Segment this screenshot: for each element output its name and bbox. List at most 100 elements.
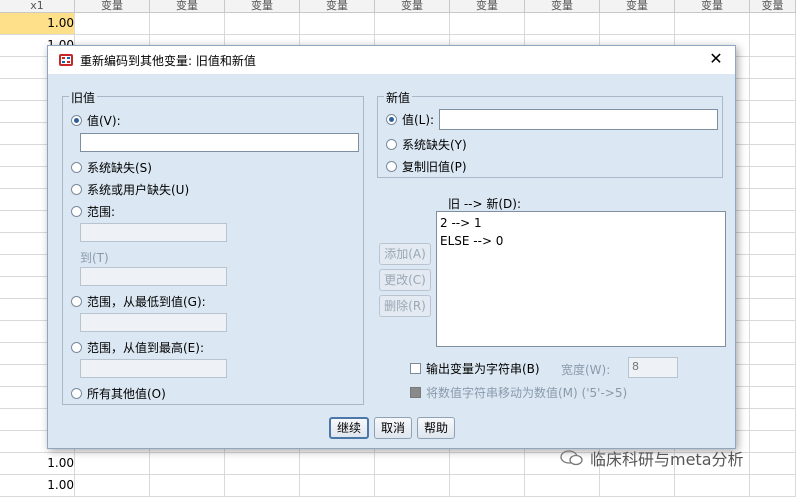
range-to-label: 到(T) xyxy=(80,251,109,265)
grid-cell[interactable] xyxy=(525,475,600,496)
grid-cell[interactable] xyxy=(675,13,750,34)
column-header-var[interactable]: 变量 xyxy=(300,0,375,13)
column-header-var[interactable]: 变量 xyxy=(675,0,750,13)
range-from-input[interactable] xyxy=(80,223,227,242)
list-item[interactable]: 2 --> 1 xyxy=(440,215,482,231)
grid-cell[interactable] xyxy=(750,167,796,188)
grid-row: 1.00 xyxy=(0,475,796,497)
radio-icon xyxy=(386,138,397,150)
grid-cell[interactable] xyxy=(750,387,796,408)
grid-cell[interactable] xyxy=(75,453,150,474)
column-header-var[interactable]: 变量 xyxy=(600,0,675,13)
change-button[interactable]: 更改(C) xyxy=(379,269,431,291)
column-header-var[interactable]: 变量 xyxy=(225,0,300,13)
grid-cell[interactable] xyxy=(750,409,796,430)
radio-icon xyxy=(71,161,82,173)
remove-button[interactable]: 删除(R) xyxy=(379,295,431,317)
grid-cell[interactable] xyxy=(750,79,796,100)
radio-old-system-missing[interactable]: 系统缺失(S) xyxy=(71,159,152,175)
help-button[interactable]: 帮助 xyxy=(417,417,455,439)
wechat-icon xyxy=(560,450,583,466)
grid-cell[interactable] xyxy=(750,211,796,232)
radio-old-range[interactable]: 范围: xyxy=(71,203,115,219)
column-header-var[interactable]: 变量 xyxy=(450,0,525,13)
grid-cell[interactable] xyxy=(600,475,675,496)
grid-cell[interactable] xyxy=(750,123,796,144)
grid-cell[interactable] xyxy=(375,453,450,474)
grid-cell[interactable] xyxy=(750,57,796,78)
width-input[interactable]: 8 xyxy=(628,357,678,378)
grid-cell[interactable] xyxy=(75,13,150,34)
grid-cell[interactable] xyxy=(750,453,796,474)
grid-cell[interactable] xyxy=(750,321,796,342)
grid-cell[interactable] xyxy=(375,475,450,496)
grid-cell[interactable] xyxy=(750,233,796,254)
grid-cell[interactable] xyxy=(450,475,525,496)
close-icon[interactable]: ✕ xyxy=(707,50,725,68)
radio-icon xyxy=(71,295,82,307)
new-value-legend: 新值 xyxy=(384,89,413,106)
column-header-var[interactable]: 变量 xyxy=(150,0,225,13)
old-value-legend: 旧值 xyxy=(69,89,98,106)
grid-cell[interactable] xyxy=(150,475,225,496)
radio-selected-icon xyxy=(71,114,82,126)
column-header-var[interactable]: 变量 xyxy=(75,0,150,13)
grid-cell[interactable] xyxy=(675,475,750,496)
convert-numeric-checkbox[interactable]: 将数值字符串移动为数值(M) ('5'->5) xyxy=(410,384,627,400)
grid-cell[interactable] xyxy=(750,189,796,210)
grid-cell[interactable] xyxy=(750,255,796,276)
radio-icon xyxy=(71,387,82,399)
grid-cell[interactable] xyxy=(450,453,525,474)
output-string-checkbox[interactable]: 输出变量为字符串(B) xyxy=(410,360,540,376)
radio-old-range-highest[interactable]: 范围，从值到最高(E): xyxy=(71,339,204,355)
radio-new-system-missing[interactable]: 系统缺失(Y) xyxy=(386,136,467,152)
range-lowest-input[interactable] xyxy=(80,313,227,332)
column-header-var[interactable]: 变量 xyxy=(750,0,796,13)
grid-cell[interactable] xyxy=(750,35,796,56)
radio-old-value[interactable]: 值(V): xyxy=(71,112,121,128)
checkbox-icon xyxy=(410,362,421,374)
old-new-list[interactable]: 2 --> 1 ELSE --> 0 xyxy=(436,211,726,347)
column-header-var[interactable]: 变量 xyxy=(525,0,600,13)
grid-cell[interactable] xyxy=(150,453,225,474)
grid-cell[interactable] xyxy=(750,431,796,452)
grid-cell[interactable] xyxy=(750,13,796,34)
continue-button[interactable]: 继续 xyxy=(329,417,369,439)
radio-new-value[interactable]: 值(L): xyxy=(386,111,434,127)
grid-cell[interactable] xyxy=(750,101,796,122)
grid-cell[interactable] xyxy=(450,13,525,34)
grid-cell[interactable] xyxy=(375,13,450,34)
grid-cell[interactable] xyxy=(225,453,300,474)
width-label: 宽度(W): xyxy=(561,363,611,377)
grid-cell[interactable] xyxy=(750,365,796,386)
radio-old-range-lowest[interactable]: 范围，从最低到值(G): xyxy=(71,293,206,309)
old-value-input[interactable] xyxy=(80,133,359,152)
radio-new-copy-old[interactable]: 复制旧值(P) xyxy=(386,158,467,174)
grid-cell[interactable] xyxy=(300,453,375,474)
dialog-title: 重新编码到其他变量: 旧值和新值 xyxy=(80,54,256,68)
grid-cell[interactable] xyxy=(750,299,796,320)
grid-cell[interactable] xyxy=(525,13,600,34)
cancel-button[interactable]: 取消 xyxy=(374,417,412,439)
radio-old-system-user-missing[interactable]: 系统或用户缺失(U) xyxy=(71,181,189,197)
grid-cell[interactable] xyxy=(225,475,300,496)
grid-cell[interactable] xyxy=(750,343,796,364)
new-value-input[interactable] xyxy=(439,109,718,130)
grid-cell[interactable] xyxy=(300,475,375,496)
grid-cell[interactable] xyxy=(750,277,796,298)
range-to-input[interactable] xyxy=(80,267,227,286)
grid-cell[interactable] xyxy=(750,475,796,496)
add-button[interactable]: 添加(A) xyxy=(379,243,431,265)
grid-cell[interactable] xyxy=(600,13,675,34)
radio-old-all-other[interactable]: 所有其他值(O) xyxy=(71,385,166,401)
grid-cell[interactable] xyxy=(750,145,796,166)
grid-cell[interactable] xyxy=(300,13,375,34)
old-new-list-label: 旧 --> 新(D): xyxy=(448,197,521,211)
column-header-var[interactable]: 变量 xyxy=(375,0,450,13)
list-item[interactable]: ELSE --> 0 xyxy=(440,233,503,249)
range-highest-input[interactable] xyxy=(80,359,227,378)
grid-cell[interactable] xyxy=(150,13,225,34)
grid-cell[interactable] xyxy=(225,13,300,34)
grid-cell[interactable] xyxy=(75,475,150,496)
column-header-x1[interactable]: x1 xyxy=(0,0,75,13)
